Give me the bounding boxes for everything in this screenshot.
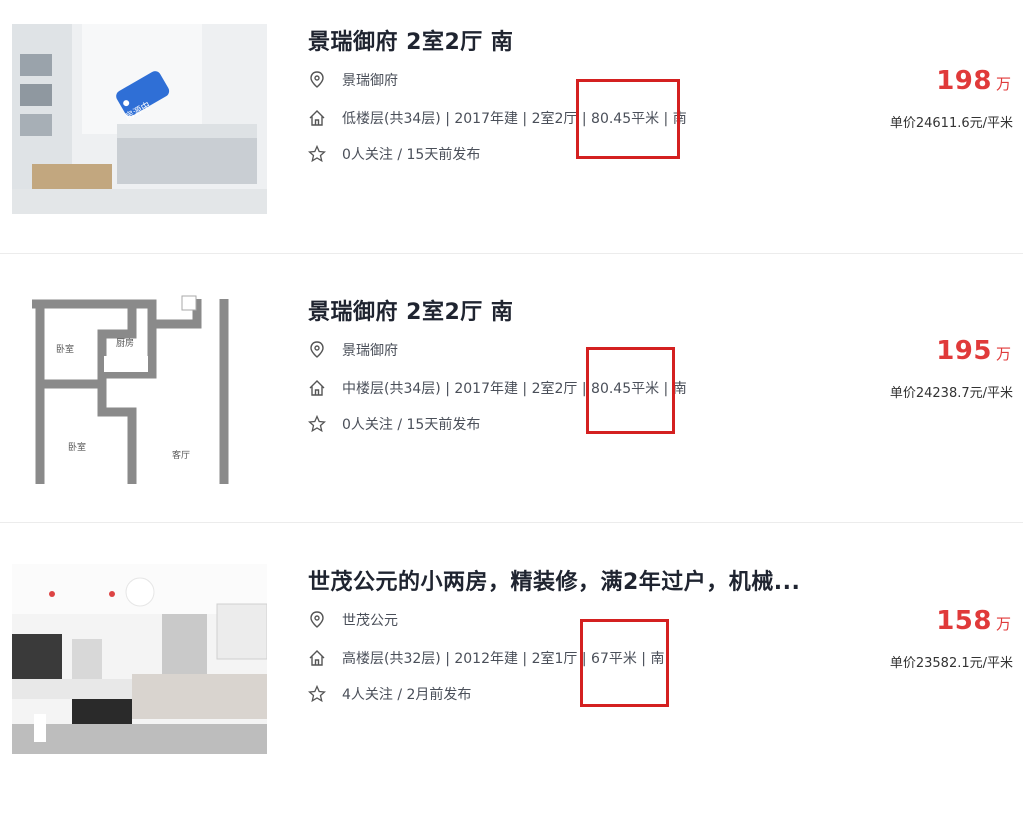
room-label: 客厅 [172,451,191,461]
room-label: 卧室 [56,345,75,355]
highlight-box [580,619,669,707]
star-icon [308,145,326,163]
house-icon [308,379,326,397]
unit-price: 单价23582.1元/平米 [889,656,1013,671]
price-value: 198 [936,66,992,96]
price-unit: 万 [995,345,1011,363]
price-value: 158 [936,606,992,636]
community-link[interactable]: 景瑞御府 [342,70,398,90]
price-unit: 万 [995,615,1011,633]
price-value: 195 [936,336,992,366]
community-row: 景瑞御府 [308,340,398,360]
listing-divider [0,253,1023,254]
listing-card[interactable]: 卧室 厨房 卧室 客厅 景瑞御府 2室2厅 南 景瑞御府 中楼层(共34层) |… [0,294,1023,544]
star-icon [308,685,326,703]
community-row: 景瑞御府 [308,70,398,90]
listing-photo[interactable]: 房源中 [12,24,267,214]
community-row: 世茂公元 [308,610,398,630]
unit-price: 单价24238.7元/平米 [889,386,1013,401]
follow-row: 4人关注 / 2月前发布 [308,684,471,704]
floorplan-image[interactable]: 卧室 厨房 卧室 客厅 [12,294,267,484]
unit-price: 单价24611.6元/平米 [889,116,1013,131]
room-label: 厨房 [116,339,135,349]
follow-info: 4人关注 / 2月前发布 [342,687,472,703]
listing-card[interactable]: 世茂公元的小两房，精装修，满2年过户，机械... 世茂公元 高楼层(共32层) … [0,564,1023,814]
location-pin-icon [308,611,326,629]
price-unit: 万 [995,75,1011,93]
listing-divider [0,522,1023,523]
community-link[interactable]: 世茂公元 [342,610,398,630]
location-pin-icon [308,71,326,89]
star-icon [308,415,326,433]
follow-row: 0人关注 / 15天前发布 [308,414,480,434]
community-link[interactable]: 景瑞御府 [342,340,398,360]
follow-info: 0人关注 / 15天前发布 [342,417,481,433]
total-price: 195 万 [936,336,1011,366]
follow-row: 0人关注 / 15天前发布 [308,144,480,164]
listing-title[interactable]: 景瑞御府 2室2厅 南 [308,294,513,326]
total-price: 198 万 [936,66,1011,96]
highlight-box [576,79,680,159]
location-pin-icon [308,341,326,359]
highlight-box [586,347,675,434]
listing-title[interactable]: 世茂公元的小两房，精装修，满2年过户，机械... [308,564,800,596]
follow-info: 0人关注 / 15天前发布 [342,147,481,163]
house-icon [308,649,326,667]
room-label: 卧室 [68,443,87,453]
listing-card[interactable]: 房源中 景瑞御府 2室2厅 南 景瑞御府 低楼层(共34层) | 2017年建 … [0,24,1023,274]
listing-title[interactable]: 景瑞御府 2室2厅 南 [308,24,513,56]
total-price: 158 万 [936,606,1011,636]
listing-photo[interactable] [12,564,267,754]
house-icon [308,109,326,127]
